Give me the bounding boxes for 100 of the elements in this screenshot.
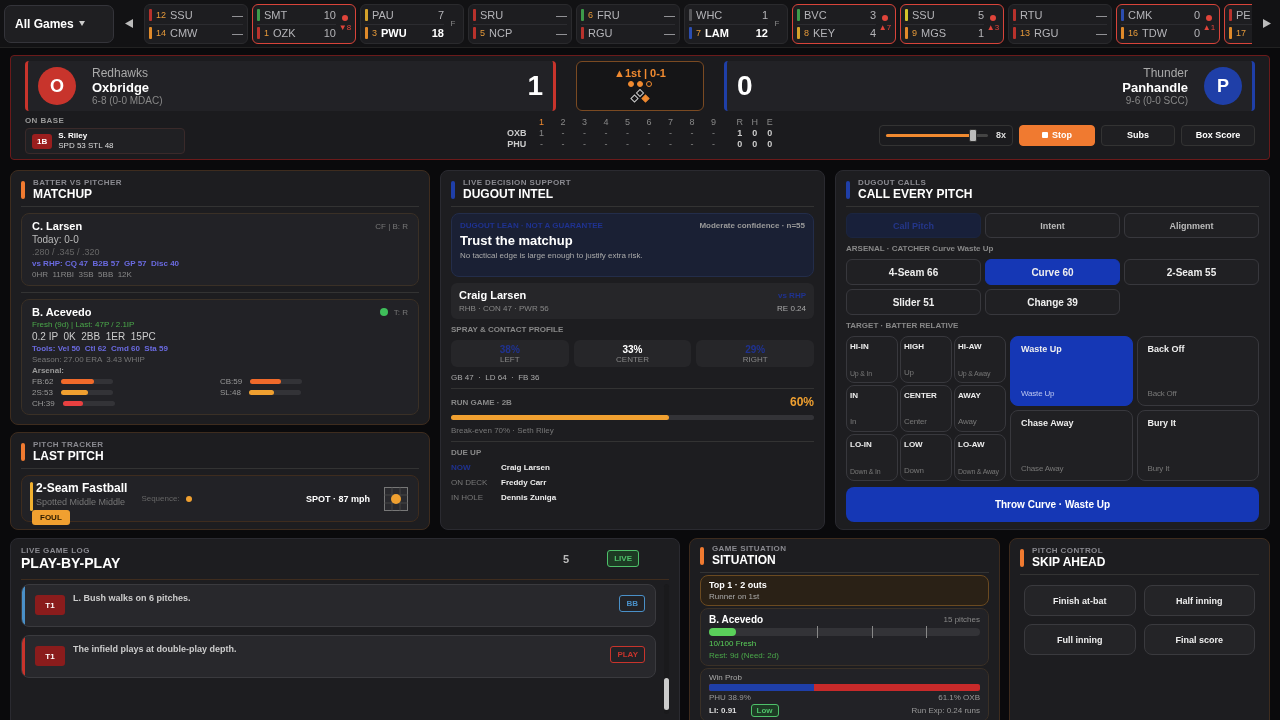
inning-header: 1 (538, 117, 545, 127)
final-label: F (774, 19, 780, 28)
game-card[interactable]: CMK 0 16 TDW 0 ▲1 (1116, 3, 1220, 44)
live-dot (990, 15, 996, 21)
lineup-slot: ON DECK (451, 478, 501, 487)
team-seed: 9 (912, 27, 917, 38)
team-abbr: WHC (696, 9, 723, 21)
game-card[interactable]: 6 FRU — RGU — (576, 3, 680, 44)
inning-header: 5 (624, 117, 631, 127)
pitch-button[interactable]: Change 39 (985, 289, 1120, 315)
team-logo: O (38, 67, 76, 105)
zone-button[interactable]: AWAY Away (954, 385, 1006, 432)
zone-button[interactable]: IN In (846, 385, 898, 432)
pitcher-line: 0.2 IP 0K 2BB 1ER 15PC (32, 331, 157, 342)
lineup-slot: IN HOLE (451, 493, 501, 502)
team-seed: 16 (1128, 27, 1138, 38)
team-seed: 1 (264, 27, 269, 38)
pitch-rating: CB:59 (220, 377, 243, 386)
intent-button[interactable]: Waste Up Waste Up (1010, 336, 1133, 407)
mode-tab[interactable]: Alignment (1124, 213, 1259, 238)
rest-label: Rest: 9d (Need: 2d) (709, 651, 780, 660)
inning-count: ▲1st | 0-1 (614, 67, 666, 79)
game-card[interactable]: BVC 3 8 KEY 4 ▲7 (792, 3, 896, 44)
inning-badge: T1 (35, 595, 65, 615)
game-card[interactable]: PAU 7 3 PWU 18 F (360, 3, 464, 44)
strike-zone-icon (384, 486, 408, 511)
win-prob-label: Win Prob (709, 673, 743, 682)
game-card[interactable]: SMT 10 1 OZK 10 ▼8 (252, 3, 356, 44)
team-abbr: SRU (480, 9, 504, 21)
pitch-button[interactable]: 2-Seam 55 (1124, 259, 1259, 285)
base-tag: 1B (32, 133, 53, 149)
team-abbr: PAU (372, 9, 394, 21)
game-card[interactable]: SSU 5 9 MGS 1 ▲3 (900, 3, 1004, 44)
play-tag: PLAY (610, 646, 645, 663)
pitch-button[interactable]: Slider 51 (846, 289, 981, 315)
team-abbr: CMW (170, 26, 198, 39)
intent-button[interactable]: Bury It Bury It (1136, 410, 1259, 481)
panel-title: DUGOUT INTEL (463, 187, 554, 201)
zone-button[interactable]: LOW Down (900, 433, 952, 481)
panel-title: PLAY-BY-PLAY (21, 555, 121, 571)
panel-eyebrow: PITCH TRACKER (33, 440, 104, 449)
skip-button[interactable]: Final score (1143, 624, 1255, 655)
runner-stats: SPD 53 STL 48 (58, 141, 114, 151)
skip-button[interactable]: Finish at-bat (1024, 585, 1136, 616)
pitch-name: 2-Seam Fastball (36, 481, 128, 495)
mode-tab[interactable]: Intent (985, 213, 1120, 238)
team-seed: 12 (156, 10, 166, 20)
team-score: — (556, 9, 567, 21)
pitch-button[interactable]: Curve 60 (985, 259, 1120, 285)
accent-bar (1020, 548, 1024, 567)
team-score: 10 (323, 9, 336, 21)
game-card[interactable]: RTU — 13 RGU — (1008, 3, 1112, 44)
accent-bar (451, 180, 455, 199)
inning-runs: - (711, 139, 716, 149)
team-abbr: CMK (1128, 9, 1153, 21)
skip-button[interactable]: Full inning (1024, 624, 1136, 655)
control-button[interactable]: Box Score (1181, 124, 1255, 146)
team-logo: P (1204, 67, 1242, 105)
game-card[interactable]: WHC 1 7 LAM 12 F (684, 3, 788, 44)
team-score: 4 (869, 26, 876, 39)
intent-button[interactable]: Chase Away Chase Away (1010, 410, 1133, 481)
live-dot (882, 15, 888, 21)
game-card[interactable]: SRU — 5 NCP — (468, 3, 572, 44)
total-header: H (750, 117, 759, 127)
lean-detail: No tactical edge is large enough to justify extra risk. (460, 251, 644, 260)
team-abbr: SSU (912, 9, 935, 21)
batter-profile: RHB · CON 47 · PWR 56 (459, 304, 549, 313)
zone-button[interactable]: CENTER Center (900, 385, 952, 432)
inning-header: 8 (688, 117, 696, 127)
control-button[interactable]: Subs (1101, 124, 1175, 146)
inning-runs: - (646, 139, 652, 149)
pitch-button[interactable]: 4-Seam 66 (846, 259, 981, 285)
player-name: Craig Larsen (501, 463, 551, 472)
games-menu-button[interactable]: All Games (4, 4, 114, 43)
intent-button[interactable]: Back Off Back Off (1136, 336, 1259, 407)
inning-runs: - (560, 139, 566, 149)
pitcher-throws: T: R (393, 307, 408, 317)
lineup-slot: NOW (451, 463, 501, 472)
team-seed: 7 (696, 27, 701, 38)
lean-label: DUGOUT LEAN · NOT A GUARANTEE (460, 221, 603, 230)
team-abbr: LAM (705, 26, 729, 39)
batter-name: C. Larsen (32, 220, 83, 232)
inning-badge: T1 (35, 646, 65, 666)
inning-label: ▼8 (338, 23, 352, 32)
skip-button[interactable]: Half inning (1143, 585, 1255, 616)
game-card[interactable]: PE 17 (1224, 3, 1252, 44)
inning-runs: - (668, 128, 673, 138)
panel-title: MATCHUP (33, 187, 94, 201)
team-score: 0 (1193, 9, 1200, 21)
split-tag: vs RHP (778, 290, 806, 300)
game-card[interactable]: 12 SSU — 14 CMW — (144, 3, 248, 44)
team-name: Oxbridge (92, 80, 150, 95)
throw-button[interactable]: Throw Curve · Waste Up (846, 486, 1259, 522)
inning-header: 6 (645, 117, 653, 127)
section-heading: ARSENAL · CATCHER Curve Waste Up (846, 244, 995, 253)
team-score: 5 (977, 9, 984, 21)
zone-button[interactable]: HIGH Up (900, 336, 952, 383)
inning-runs: - (603, 128, 609, 138)
caret-icon (78, 21, 85, 26)
pitch-rating: CH:39 (32, 399, 55, 408)
